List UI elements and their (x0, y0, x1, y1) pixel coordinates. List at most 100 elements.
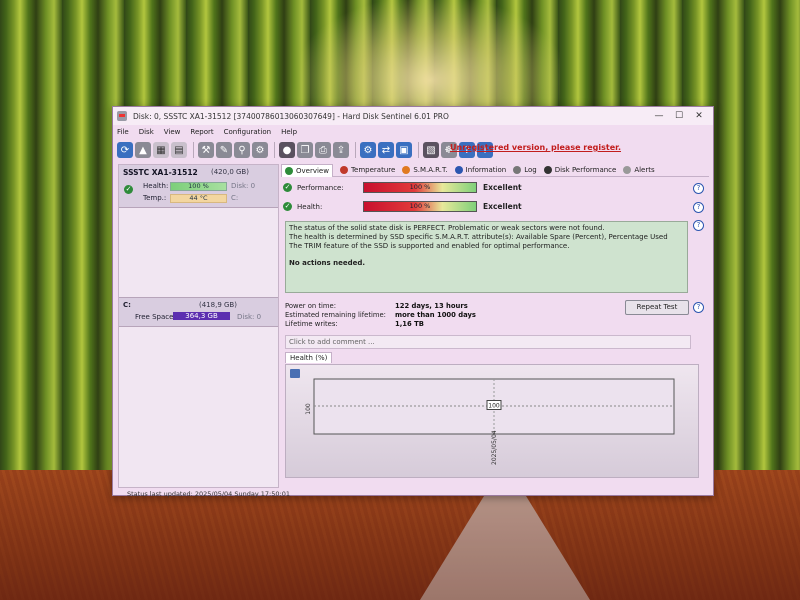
volume-size: (418,9 GB) (199, 301, 237, 309)
menu-file[interactable]: File (117, 128, 129, 136)
toolbar: ⟳ ▲ ▦ ▤ ⚒ ✎ ⚲ ⚙ ● ❐ ⎙ ⇪ ⚙ ⇄ ▣ ▧ ☸ ? i (113, 139, 713, 161)
y-tick-label: 100 (305, 403, 312, 415)
temp-mini-value: 44 °C (189, 194, 208, 202)
tab-disk-performance[interactable]: Disk Performance (543, 166, 616, 174)
menu-bar: File Disk View Report Configuration Help (113, 126, 713, 138)
unregistered-link[interactable]: Unregistered version, please register. (450, 143, 621, 152)
info-grid: Power on time: 122 days, 13 hours Estima… (285, 302, 545, 329)
help-icon[interactable]: ? (693, 183, 704, 194)
maximize-button[interactable]: ☐ (669, 109, 689, 123)
window-title: Disk: 0, SSSTC XA1-31512 [37400786013060… (133, 111, 449, 121)
menu-disk[interactable]: Disk (139, 128, 154, 136)
tab-label: Alerts (634, 166, 655, 174)
health-chart: 100 2025/05/04 100 (285, 364, 699, 478)
writes-value: 1,16 TB (395, 320, 424, 328)
refresh-icon[interactable]: ⟳ (117, 142, 133, 158)
disk-icon[interactable]: ● (279, 142, 295, 158)
minimize-button[interactable]: — (649, 109, 669, 123)
surface-test-icon[interactable]: ✎ (216, 142, 232, 158)
repair-icon[interactable]: ⚙ (252, 142, 268, 158)
tab-label: Log (524, 166, 537, 174)
writes-label: Lifetime writes: (285, 320, 338, 328)
help-icon[interactable]: ? (693, 220, 704, 231)
menu-configuration[interactable]: Configuration (224, 128, 271, 136)
performance-status: Excellent (483, 183, 522, 192)
disk-card[interactable]: SSSTC XA1-31512 (420,0 GB) ✓ Health: 100… (119, 165, 278, 208)
info-row: Estimated remaining lifetime: more than … (285, 311, 545, 320)
overview-pane: Overview Temperature S.M.A.R.T. Informat… (281, 163, 709, 489)
thermometer-icon (339, 166, 348, 174)
check-icon: ✓ (124, 185, 133, 194)
repeat-test-button[interactable]: Repeat Test (625, 300, 689, 315)
help-icon[interactable]: ? (693, 302, 704, 313)
health-mini-value: 100 % (188, 182, 209, 190)
health-mini-bar: 100 % (170, 182, 227, 191)
health-chart-svg: 100 2025/05/04 100 (305, 378, 675, 465)
health-value: 100 % (409, 202, 431, 210)
tab-alerts[interactable]: Alerts (623, 166, 655, 174)
tab-label: Temperature (350, 166, 396, 174)
power-on-label: Power on time: (285, 302, 336, 310)
toolbar-separator (355, 142, 356, 158)
lifetime-label: Estimated remaining lifetime: (285, 311, 386, 319)
close-button[interactable]: ✕ (689, 109, 709, 123)
monitor-icon[interactable]: ▣ (396, 142, 412, 158)
chart-icon[interactable]: ▤ (171, 142, 187, 158)
toolbar-separator (193, 142, 194, 158)
status-line: The status of the solid state disk is PE… (289, 224, 605, 232)
menu-help[interactable]: Help (281, 128, 297, 136)
alert-icon (623, 166, 632, 174)
smart-icon (402, 166, 411, 174)
disk-list-pane: SSSTC XA1-31512 (420,0 GB) ✓ Health: 100… (118, 164, 279, 488)
hard-disk-sentinel-window: Disk: 0, SSSTC XA1-31512 [37400786013060… (112, 106, 714, 498)
performance-bar: 100 % (363, 182, 477, 193)
performance-row: ✓ Performance: 100 % Excellent (283, 182, 703, 193)
data-point-label: 100 (488, 403, 500, 410)
probe-icon[interactable]: ⚲ (234, 142, 250, 158)
report-icon[interactable]: ▦ (153, 142, 169, 158)
title-bar[interactable]: Disk: 0, SSSTC XA1-31512 [37400786013060… (113, 107, 713, 125)
log-icon (513, 166, 522, 174)
free-space-label: Free Space (135, 313, 174, 321)
power-on-value: 122 days, 13 hours (395, 302, 468, 310)
hammer-icon[interactable]: ⚒ (198, 142, 214, 158)
toolbar-separator (418, 142, 419, 158)
tab-strip: Overview Temperature S.M.A.R.T. Informat… (281, 163, 709, 177)
check-icon (285, 166, 293, 175)
health-label: Health: (297, 202, 323, 211)
no-actions-text: No actions needed. (289, 259, 366, 267)
tab-information[interactable]: Information (454, 166, 507, 174)
info-icon (454, 166, 463, 174)
tab-log[interactable]: Log (513, 166, 537, 174)
help-icon[interactable]: ? (693, 202, 704, 213)
temp-label: Temp.: (143, 194, 167, 202)
tab-label: Information (465, 166, 507, 174)
tab-overview[interactable]: Overview (281, 163, 333, 177)
menu-view[interactable]: View (164, 128, 181, 136)
volume-letter: C: (123, 301, 131, 309)
tools-icon[interactable]: ▧ (423, 142, 439, 158)
temp-mini-bar: 44 °C (170, 194, 227, 203)
volume-card[interactable]: C: (418,9 GB) Free Space 364,3 GB Disk: … (119, 297, 278, 327)
app-icon (117, 111, 127, 121)
disk-name: SSSTC XA1-31512 (123, 168, 198, 177)
health-row: ✓ Health: 100 % Excellent (283, 201, 703, 212)
tab-smart[interactable]: S.M.A.R.T. (402, 166, 448, 174)
tab-temperature[interactable]: Temperature (339, 166, 396, 174)
check-icon: ✓ (283, 183, 292, 192)
copy-icon[interactable]: ❐ (297, 142, 313, 158)
tab-label: S.M.A.R.T. (413, 166, 448, 174)
print-icon[interactable]: ⎙ (315, 142, 331, 158)
network-icon[interactable]: ⇄ (378, 142, 394, 158)
menu-report[interactable]: Report (190, 128, 213, 136)
config-icon[interactable]: ⚙ (360, 142, 376, 158)
export-icon[interactable]: ⇪ (333, 142, 349, 158)
comment-input[interactable]: Click to add comment ... (285, 335, 691, 349)
warning-icon[interactable]: ▲ (135, 142, 151, 158)
toolbar-separator (274, 142, 275, 158)
info-row: Lifetime writes: 1,16 TB (285, 320, 545, 329)
health-status: Excellent (483, 202, 522, 211)
status-line: The health is determined by SSD specific… (289, 233, 668, 241)
chart-tab-health[interactable]: Health (%) (285, 352, 333, 363)
x-tick-label: 2025/05/04 (491, 430, 498, 465)
